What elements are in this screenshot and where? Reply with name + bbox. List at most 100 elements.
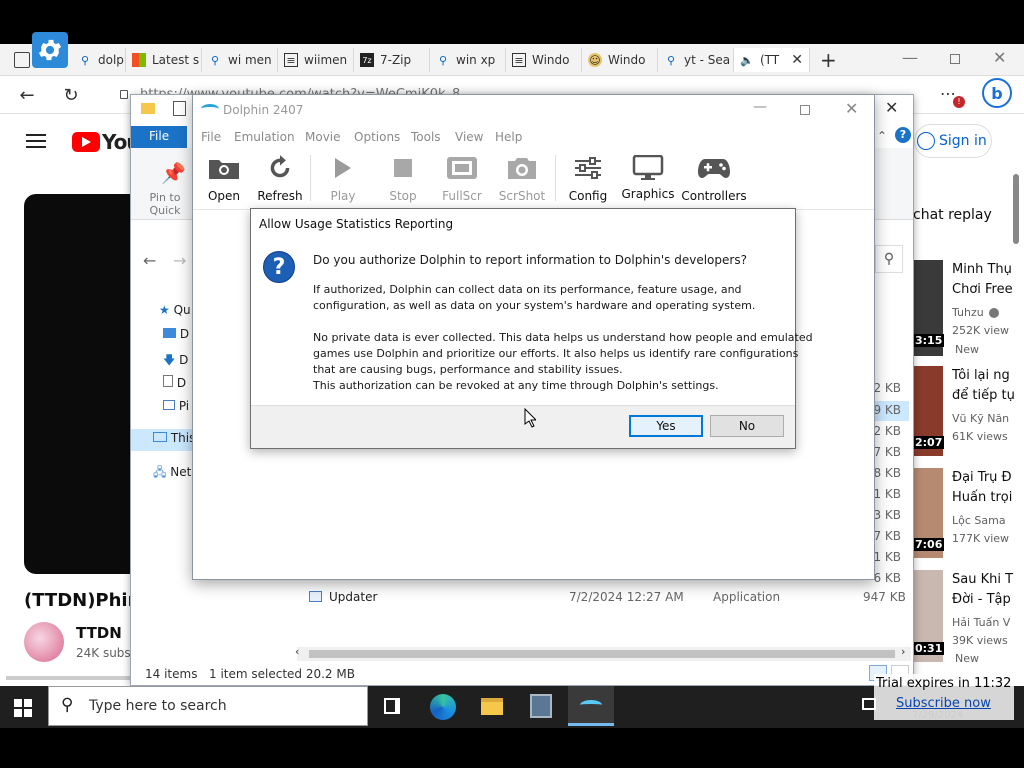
refresh-button[interactable]: Refresh — [257, 153, 303, 207]
ribbon-tab-file[interactable]: File — [131, 126, 187, 148]
channel-avatar[interactable] — [24, 622, 64, 662]
menu-emulation[interactable]: Emulation — [234, 130, 295, 144]
tab-actions-icon[interactable] — [14, 52, 30, 68]
menu-help[interactable]: Help — [495, 130, 522, 144]
nav-desktop[interactable]: D — [163, 327, 189, 341]
edge-icon[interactable] — [430, 694, 456, 720]
sign-in-button[interactable]: Sign in — [914, 124, 992, 158]
window-title: Dolphin 2407 — [223, 103, 304, 117]
channel-name[interactable]: TTDN — [76, 624, 122, 642]
dialog-question: Do you authorize Dolphin to report infor… — [313, 253, 747, 267]
nav-pictures[interactable]: Pi — [163, 399, 189, 413]
video-progress-bar[interactable] — [6, 676, 130, 680]
subscribe-now-link[interactable]: Subscribe now — [896, 696, 991, 711]
browser-tab[interactable]: ⚲ dolphin — [72, 48, 126, 72]
recommended-video[interactable]: 3:15 Minh Thụ Chơi Free Tuhzu 252K view … — [913, 260, 1013, 356]
stop-button[interactable]: Stop — [383, 153, 423, 207]
screen: ⚲ dolphin Latest s ⚲ wi men ≡ wiimen 7z … — [0, 0, 1024, 768]
minimize-icon[interactable]: — — [753, 99, 767, 115]
pin-to-quick-access-button[interactable]: Pin to Quick access — [137, 191, 193, 217]
search-icon: ⚲ — [80, 53, 90, 67]
folder-icon — [208, 153, 240, 183]
video-views: 39K views — [952, 634, 1008, 647]
maximize-icon[interactable] — [800, 105, 810, 115]
browser-tab[interactable]: 7z 7-Zip — [354, 48, 430, 72]
fullscreen-button[interactable]: FullScr — [440, 153, 484, 207]
settings-gear-icon[interactable] — [32, 32, 68, 68]
recommended-video[interactable]: 2:07 Tôi lại ng để tiếp tụ Vũ Kỹ Năn 61K… — [913, 366, 1015, 456]
usage-statistics-dialog: Allow Usage Statistics Reporting ? Do yo… — [250, 208, 813, 449]
minimize-icon[interactable]: — — [902, 48, 918, 67]
page-scrollbar[interactable] — [1013, 174, 1019, 244]
search-icon: ⚲ — [438, 53, 448, 67]
file-explorer-icon[interactable] — [481, 698, 503, 715]
browser-tab[interactable]: ≡ Windo — [506, 48, 582, 72]
file-size: 947 KB — [863, 590, 906, 604]
menu-options[interactable]: Options — [354, 130, 400, 144]
search-icon[interactable]: ⚲ — [875, 245, 903, 273]
browser-tab[interactable]: ⚲ wi men — [202, 48, 278, 72]
task-view-icon[interactable] — [384, 698, 400, 714]
taskbar-app-icon[interactable] — [530, 694, 552, 718]
maximize-icon[interactable] — [950, 54, 960, 64]
browser-tab[interactable]: Latest s — [126, 48, 202, 72]
nav-this-pc[interactable]: This — [153, 431, 195, 445]
nav-downloads[interactable]: 🡇 D — [163, 351, 188, 372]
menu-file[interactable]: File — [201, 130, 221, 144]
menu-tools[interactable]: Tools — [411, 130, 441, 144]
start-button[interactable] — [14, 699, 32, 717]
browser-tab[interactable]: ⚲ win xp — [430, 48, 506, 72]
close-icon[interactable]: ✕ — [885, 98, 898, 117]
table-row[interactable]: Updater 7/2/2024 12:27 AM Application 94… — [307, 588, 907, 608]
back-arrow-icon[interactable]: ← — [143, 251, 156, 270]
refresh-icon[interactable]: ↻ — [60, 84, 82, 106]
browser-tab[interactable]: ≡ wiimen — [278, 48, 354, 72]
screenshot-button[interactable]: ScrShot — [499, 153, 545, 207]
new-tab-icon[interactable]: + — [820, 48, 837, 72]
open-button[interactable]: Open — [203, 153, 245, 207]
no-button[interactable]: No — [710, 415, 784, 437]
menu-view[interactable]: View — [455, 130, 483, 144]
nav-quick-access[interactable]: ★ Qu — [159, 303, 191, 317]
play-button[interactable]: Play — [323, 153, 363, 207]
back-arrow-icon[interactable]: ← — [16, 84, 38, 106]
menu-movie[interactable]: Movie — [305, 130, 341, 144]
help-icon[interactable]: ? — [895, 127, 911, 143]
video-player[interactable] — [24, 194, 130, 574]
recommended-video[interactable]: 7:06 Đại Trụ Đ Huấn trọi Lộc Sama 177K v… — [913, 468, 1013, 558]
browser-tab[interactable]: ⚲ yt - Sea — [658, 48, 734, 72]
search-icon: ⚲ — [61, 695, 74, 715]
close-icon[interactable]: ✕ — [993, 48, 1006, 67]
video-views: 177K view — [952, 532, 1010, 545]
forward-arrow-icon[interactable]: → — [173, 251, 186, 270]
properties-icon[interactable] — [173, 101, 186, 116]
refresh-icon — [266, 153, 294, 183]
play-icon — [333, 153, 353, 183]
horizontal-scrollbar[interactable]: ‹ › — [295, 645, 911, 661]
taskbar-search-box[interactable]: ⚲ Type here to search — [48, 686, 368, 726]
recommended-video[interactable]: 0:31 Sau Khi T Đời - Tập Hải Tuấn V 39K … — [913, 570, 1013, 668]
graphics-button[interactable]: Graphics — [622, 153, 675, 207]
ribbon-collapse-icon[interactable]: ⌃ — [877, 129, 887, 143]
bing-copilot-icon[interactable]: b — [982, 78, 1012, 108]
video-views: 252K view — [952, 324, 1010, 337]
browser-tab[interactable]: ☺ Windo — [582, 48, 658, 72]
hamburger-menu-icon[interactable] — [26, 134, 46, 148]
nav-network[interactable]: 🖧 Net — [153, 463, 191, 484]
scroll-right-icon[interactable]: › — [901, 645, 905, 658]
video-title-line: Huấn trọi — [952, 490, 1013, 505]
question-icon: ? — [263, 251, 295, 283]
file-size: 2 KB — [873, 381, 901, 395]
nav-documents[interactable]: D — [163, 375, 186, 390]
yes-button[interactable]: Yes — [629, 415, 703, 437]
controllers-button[interactable]: Controllers — [681, 153, 747, 207]
close-icon[interactable]: ✕ — [845, 99, 858, 118]
scroll-left-icon[interactable]: ‹ — [295, 645, 299, 658]
file-date: 7/2/2024 12:27 AM — [569, 590, 684, 604]
browser-tab-active[interactable]: 🔈 (TT ✕ — [734, 48, 810, 72]
scrollbar-thumb[interactable] — [309, 650, 895, 658]
tab-close-icon[interactable]: ✕ — [791, 52, 803, 68]
youtube-logo-icon[interactable] — [72, 132, 100, 152]
dolphin-taskbar-button[interactable] — [568, 686, 614, 726]
config-button[interactable]: Config — [567, 153, 609, 207]
